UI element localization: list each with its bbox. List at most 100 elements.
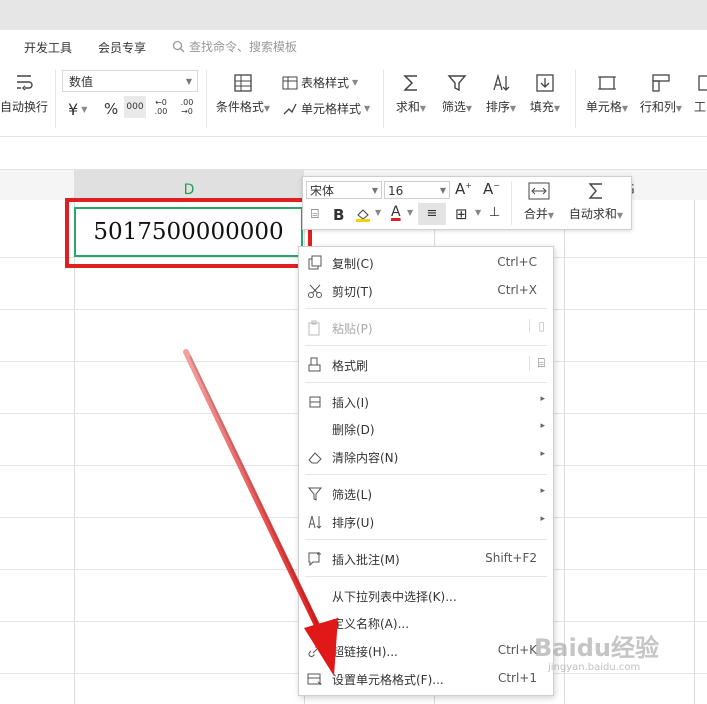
- table-style-icon: [282, 76, 298, 89]
- chevron-down-icon: ▼: [439, 186, 446, 195]
- annotation-highlight-box: [65, 198, 312, 268]
- font-name-select[interactable]: 宋体 ▼: [306, 181, 382, 199]
- menu-bar: 开发工具 会员专享 查找命令、搜索模板: [0, 30, 707, 64]
- menu-item-delete[interactable]: 删除(D) ▸: [299, 416, 553, 442]
- menu-item-pick-from-list[interactable]: 从下拉列表中选择(K)...: [299, 583, 553, 609]
- table-style-label: 表格样式: [301, 76, 350, 90]
- menu-dev-tools[interactable]: 开发工具: [24, 39, 72, 56]
- decrease-decimal-button[interactable]: ←0 .00: [150, 98, 172, 116]
- rows-cols-label: 行和列: [639, 100, 676, 114]
- link-icon: [308, 645, 322, 657]
- menu-item-clear-contents[interactable]: 清除内容(N) ▸: [299, 444, 553, 470]
- chevron-down-icon: ▼: [81, 105, 88, 114]
- sort-icon: [308, 515, 322, 529]
- increase-decimal-button[interactable]: .00 →0: [176, 98, 198, 116]
- number-format-value: 数值: [69, 75, 94, 89]
- table-style-button[interactable]: 表格样式 ▼: [282, 74, 358, 91]
- menu-item-hyperlink[interactable]: 超链接(H)... Ctrl+K: [299, 638, 553, 664]
- menu-separator: [305, 345, 547, 346]
- increase-decimal-icon: .00 →0: [180, 98, 194, 116]
- wrap-text-button[interactable]: 自动换行: [0, 72, 48, 115]
- increase-font-icon[interactable]: A+: [455, 180, 472, 198]
- font-color-button[interactable]: A: [391, 204, 401, 220]
- font-size-value: 16: [388, 184, 404, 198]
- format-paint-icon[interactable]: ⌸: [311, 207, 319, 222]
- chevron-right-icon: ▸: [540, 486, 545, 496]
- work-button[interactable]: 工: [694, 72, 707, 115]
- menu-item-label: 设置单元格格式(F)...: [332, 673, 444, 687]
- menu-item-shortcut: Ctrl+1: [497, 671, 537, 685]
- menu-item-sort[interactable]: 排序(U) ▸: [299, 509, 553, 535]
- baidu-watermark-url: jingyan.baidu.com: [548, 662, 641, 673]
- font-name-value: 宋体: [310, 184, 335, 198]
- ribbon-divider: [206, 70, 207, 128]
- menu-item-label: 格式刷: [332, 359, 369, 373]
- thousands-icon: 000: [126, 102, 144, 112]
- menu-item-cut[interactable]: 剪切(T) Ctrl+X: [299, 278, 553, 304]
- rows-cols-icon: [652, 74, 670, 92]
- currency-button[interactable]: ¥ ▼: [68, 100, 87, 119]
- clear-format-icon[interactable]: ⊥: [489, 205, 500, 220]
- menu-member[interactable]: 会员专享: [98, 39, 146, 56]
- column-header-d[interactable]: D: [74, 170, 304, 200]
- wrap-text-label: 自动换行: [0, 100, 49, 114]
- chevron-down-icon[interactable]: ▼: [407, 208, 413, 217]
- command-search[interactable]: 查找命令、搜索模板: [172, 38, 297, 55]
- menu-item-insert[interactable]: 插入(I) ▸: [299, 389, 553, 415]
- menu-item-label: 定义名称(A)...: [332, 617, 410, 631]
- align-icon[interactable]: ≡: [418, 203, 446, 225]
- chevron-down-icon[interactable]: ▼: [375, 208, 381, 217]
- chevron-right-icon: ▸: [540, 514, 545, 524]
- filter-button[interactable]: 筛选▼: [440, 72, 474, 115]
- menu-item-copy[interactable]: 复制(C) Ctrl+C: [299, 250, 553, 276]
- cell-style-button[interactable]: 单元格样式 ▼: [282, 100, 370, 117]
- cell-style-icon: [283, 103, 297, 114]
- menu-item-insert-comment[interactable]: 插入批注(M) Shift+F2: [299, 546, 553, 572]
- ribbon-divider: [55, 70, 56, 128]
- percent-button[interactable]: %: [104, 100, 118, 118]
- menu-item-shortcut: Ctrl+X: [497, 283, 537, 297]
- menu-item-shortcut: Shift+F2: [485, 551, 537, 565]
- menu-item-filter[interactable]: 筛选(L) ▸: [299, 481, 553, 507]
- cell-icon: [598, 76, 616, 90]
- menu-item-label: 排序(U): [332, 516, 375, 530]
- sum-button[interactable]: 求和▼: [394, 72, 428, 115]
- menu-item-paste[interactable]: 粘贴(P) ▯: [299, 315, 553, 341]
- menu-item-label: 清除内容(N): [332, 451, 399, 465]
- menu-item-format-painter[interactable]: 格式刷 ⌸: [299, 352, 553, 378]
- conditional-format-label: 条件格式: [215, 100, 264, 114]
- decrease-decimal-icon: ←0 .00: [154, 98, 168, 116]
- font-size-select[interactable]: 16 ▼: [384, 181, 450, 199]
- cell-button[interactable]: 单元格▼: [584, 72, 630, 115]
- menu-item-label: 插入批注(M): [332, 553, 400, 567]
- chevron-down-icon: ▼: [185, 77, 192, 86]
- merge-icon: [528, 182, 550, 200]
- paste-options-icon[interactable]: ▯: [529, 319, 545, 333]
- fill-down-icon: [536, 74, 554, 92]
- cell-label: 单元格: [585, 100, 622, 114]
- work-icon: [698, 75, 707, 91]
- chevron-down-icon[interactable]: ▼: [475, 208, 481, 217]
- menu-item-shortcut: Ctrl+C: [497, 255, 537, 269]
- merge-button[interactable]: 合并▼: [519, 181, 559, 222]
- filter-icon: [447, 75, 467, 92]
- number-format-select[interactable]: 数值 ▼: [62, 70, 198, 92]
- sigma-icon: [588, 183, 602, 199]
- border-icon[interactable]: ⊞: [455, 205, 468, 223]
- merge-label: 合并: [523, 207, 548, 221]
- sort-button[interactable]: 排序▼: [484, 72, 518, 115]
- menu-item-define-name[interactable]: 定义名称(A)...: [299, 610, 553, 636]
- menu-item-label: 筛选(L): [332, 488, 373, 502]
- autosum-button[interactable]: 自动求和▼: [565, 181, 627, 222]
- fill-color-icon[interactable]: [355, 206, 373, 226]
- bold-button[interactable]: B: [333, 206, 344, 224]
- fill-button[interactable]: 填充▼: [528, 72, 562, 115]
- ribbon-divider: [575, 70, 576, 128]
- baidu-watermark-logo: Baidu经验: [534, 634, 659, 662]
- decrease-font-icon[interactable]: A−: [483, 180, 500, 198]
- format-brush-extra-icon[interactable]: ⌸: [528, 356, 545, 371]
- conditional-format-button[interactable]: 条件格式▼: [214, 72, 272, 115]
- menu-item-format-cells[interactable]: 设置单元格格式(F)... Ctrl+1: [299, 666, 553, 692]
- rows-cols-button[interactable]: 行和列▼: [638, 72, 684, 115]
- thousands-button[interactable]: 000: [124, 96, 146, 118]
